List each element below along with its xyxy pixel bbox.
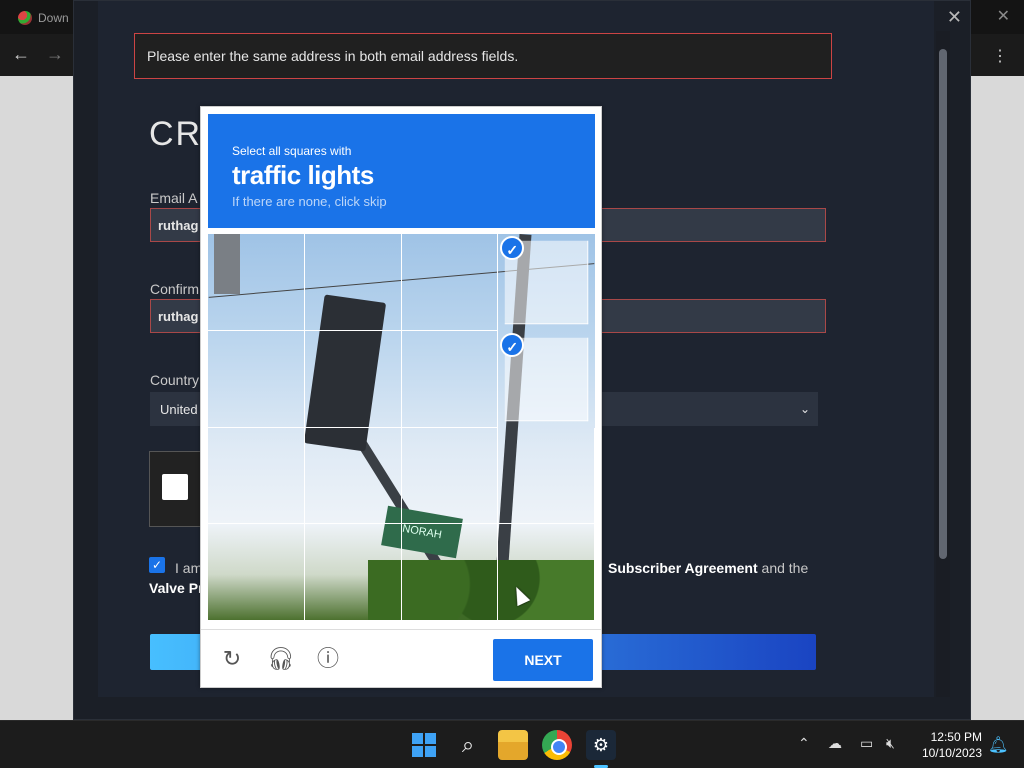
challenge-hint: If there are none, click skip: [232, 194, 387, 209]
challenge-tile[interactable]: [304, 524, 402, 621]
clock-date: 10/10/2023: [921, 746, 982, 760]
challenge-tile[interactable]: [208, 330, 305, 428]
modal-scrollbar[interactable]: [936, 31, 950, 697]
confirm-email-label: Confirm: [150, 281, 200, 297]
tile-selected-check-icon: ✓: [500, 332, 525, 357]
recaptcha-challenge: Select all squares with traffic lights I…: [200, 106, 602, 688]
error-message: Please enter the same address in both em…: [134, 33, 832, 79]
browser-menu-icon[interactable]: ⋮: [992, 46, 1008, 66]
recaptcha-checkbox[interactable]: [162, 474, 188, 500]
volume-muted-icon[interactable]: 🔇︎: [886, 735, 895, 752]
confirm-email-value: ruthag: [158, 308, 199, 324]
chevron-down-icon: ⌄: [799, 402, 810, 416]
scrollbar-thumb[interactable]: [939, 49, 947, 559]
agree-checkbox[interactable]: ✓: [149, 557, 165, 573]
network-icon[interactable]: ▭: [860, 735, 873, 752]
challenge-header: Select all squares with traffic lights I…: [208, 114, 595, 228]
agree-text: Subscriber Agreement and the: [608, 558, 808, 578]
challenge-tile[interactable]: [498, 427, 595, 525]
agree-prefix: I am: [175, 560, 203, 576]
challenge-instruction: Select all squares with: [232, 144, 352, 158]
steam-icon[interactable]: ⚙: [586, 730, 616, 760]
tab-title: Down: [38, 11, 69, 25]
recaptcha-widget: [149, 451, 201, 527]
challenge-image-grid: NORAH ✓ ✓: [208, 234, 595, 621]
forward-icon[interactable]: →: [46, 44, 64, 65]
next-button[interactable]: NEXT: [493, 639, 593, 681]
chrome-icon[interactable]: [542, 730, 572, 760]
challenge-target: traffic lights: [232, 160, 374, 190]
challenge-tile[interactable]: [304, 427, 402, 525]
challenge-tile[interactable]: [401, 524, 499, 621]
challenge-footer: ↻ 🎧︎ ⓘ NEXT: [201, 629, 601, 687]
notification-bell-icon[interactable]: 🔔︎: [988, 735, 1008, 755]
window-close-icon[interactable]: ✕: [997, 6, 1010, 26]
subscriber-agreement-link[interactable]: Subscriber Agreement: [608, 560, 758, 576]
page-title: CR: [149, 115, 203, 153]
clock-time: 12:50 PM: [930, 730, 982, 744]
audio-icon[interactable]: 🎧︎: [267, 646, 295, 672]
challenge-tile[interactable]: [208, 234, 305, 331]
email-value: ruthag: [158, 217, 199, 233]
challenge-tile[interactable]: [304, 330, 402, 428]
onedrive-icon[interactable]: ☁: [828, 735, 842, 752]
challenge-tile[interactable]: [401, 427, 499, 525]
agree-mid-text: and the: [761, 560, 809, 576]
taskbar: ⌕ ⚙ ⌃ ☁ ▭ 🔇︎ 12:50 PM 10/10/2023 🔔︎: [0, 720, 1024, 768]
browser-tab[interactable]: Down: [8, 4, 78, 32]
system-clock[interactable]: 12:50 PM 10/10/2023: [918, 729, 982, 761]
info-icon[interactable]: ⓘ: [315, 646, 341, 672]
challenge-tile[interactable]: [401, 234, 499, 331]
challenge-tile[interactable]: [401, 330, 499, 428]
challenge-tile[interactable]: [304, 234, 402, 331]
steam-favicon-icon: [18, 11, 32, 25]
back-icon[interactable]: ←: [12, 44, 30, 65]
file-explorer-icon[interactable]: [498, 730, 528, 760]
privacy-policy-link[interactable]: Valve Pr: [149, 578, 204, 598]
search-icon[interactable]: ⌕: [453, 730, 483, 760]
windows-start-icon[interactable]: [409, 730, 439, 760]
challenge-tile[interactable]: [208, 524, 305, 621]
challenge-tile[interactable]: [498, 524, 595, 621]
email-label: Email A: [150, 190, 198, 206]
country-label: Country: [150, 372, 200, 388]
chevron-up-icon[interactable]: ⌃: [798, 735, 810, 752]
reload-icon[interactable]: ↻: [219, 646, 245, 672]
country-value: United: [160, 401, 198, 417]
challenge-tile[interactable]: [208, 427, 305, 525]
modal-close-icon[interactable]: ✕: [947, 7, 962, 28]
